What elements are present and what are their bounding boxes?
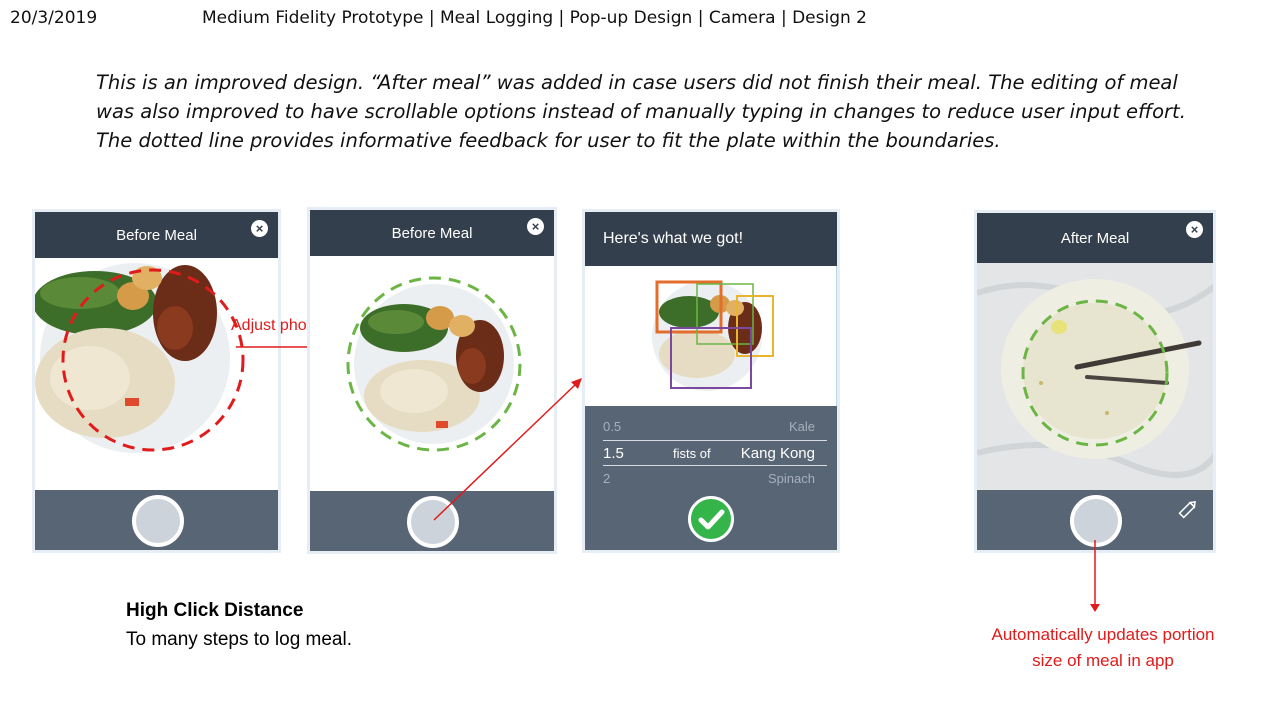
picker-qty: 2	[603, 470, 611, 486]
picker-qty: 1.5	[603, 444, 624, 462]
picker-row-selected[interactable]: 1.5 fists of Kang Kong	[603, 440, 827, 466]
auto-update-line1: Automatically updates portion	[991, 625, 1215, 644]
picker-food: Spinach	[768, 470, 815, 486]
update-arrow	[1090, 540, 1100, 612]
empty-plate-image	[977, 263, 1213, 490]
auto-update-line2: size of meal in app	[1032, 651, 1174, 670]
screen-before-meal-misaligned: Before Meal ×	[32, 209, 281, 553]
checkmark-icon	[698, 509, 725, 530]
camera-preview	[35, 258, 278, 490]
screen-header: Here's what we got!	[585, 212, 837, 266]
camera-controls	[35, 490, 278, 550]
close-icon[interactable]: ×	[527, 218, 544, 235]
screen-after-meal: After Meal ×	[974, 210, 1216, 553]
slide-title: Medium Fidelity Prototype | Meal Logging…	[202, 8, 868, 28]
picker-food: Kang Kong	[740, 444, 815, 462]
picker-qty: 0.5	[603, 418, 622, 434]
picker-row[interactable]: 2 Spinach	[603, 466, 827, 490]
result-preview	[585, 266, 837, 406]
screen-header: After Meal ×	[977, 213, 1213, 263]
shutter-button[interactable]	[131, 495, 184, 547]
picker-row[interactable]: 0.5 Kale	[603, 414, 827, 438]
pencil-icon[interactable]	[1177, 498, 1199, 520]
click-distance-title: High Click Distance	[126, 600, 304, 621]
close-icon[interactable]: ×	[251, 220, 268, 237]
flow-arrow	[433, 378, 582, 521]
screen-header: Before Meal ×	[310, 210, 554, 256]
screen-title: Here's what we got!	[603, 230, 744, 247]
picker-unit: fists of	[673, 445, 711, 461]
click-distance-text: To many steps to log meal.	[126, 629, 352, 650]
design-description: This is an improved design. “After meal”…	[96, 71, 1186, 152]
portion-picker[interactable]: 0.5 Kale 1.5 fists of Kang Kong 2 Spinac…	[603, 414, 827, 494]
screen-title: After Meal	[1060, 229, 1130, 247]
camera-preview	[977, 263, 1213, 490]
food-plate-image	[35, 263, 245, 453]
screen-recognition-result: Here's what we got! 0.5 Kale 1.5 fists o…	[582, 209, 840, 553]
screen-header: Before Meal ×	[35, 212, 278, 258]
close-icon[interactable]: ×	[1186, 221, 1203, 238]
date-label: 20/3/2019	[10, 8, 98, 28]
confirm-button[interactable]	[688, 496, 734, 542]
screen-title: Before Meal	[391, 224, 473, 242]
screen-title: Before Meal	[116, 226, 197, 244]
picker-food: Kale	[788, 418, 815, 434]
portion-editor: 0.5 Kale 1.5 fists of Kang Kong 2 Spinac…	[585, 406, 837, 550]
food-detection-image	[652, 280, 774, 391]
